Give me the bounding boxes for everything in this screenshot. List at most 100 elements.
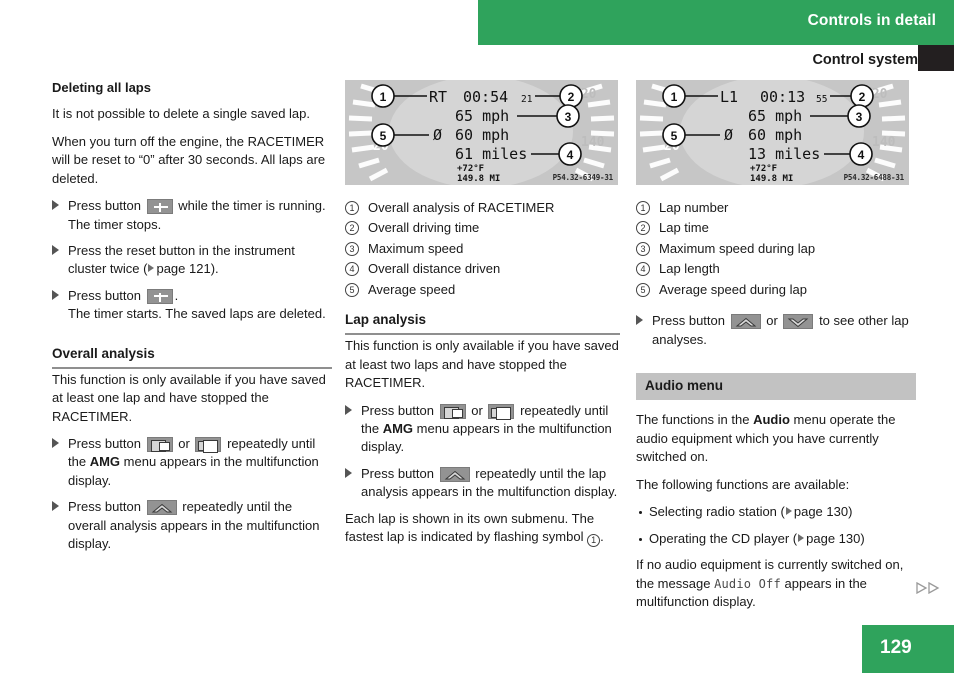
legend-number: 5 <box>636 282 650 297</box>
step-press-menu-until-amg: Press button or repeatedly until the AMG… <box>345 402 620 457</box>
cross-reference-page[interactable]: page 130) <box>806 531 865 546</box>
middle-column: 20 120 140 RT 00:54 21 65 mph Ø 60 mph 6… <box>345 80 620 556</box>
paragraph-engine-off-reset: When you turn off the engine, the RACETI… <box>52 133 326 186</box>
svg-text:1: 1 <box>380 90 387 104</box>
legend-number: 5 <box>345 282 359 297</box>
step-text-after: while the timer is running. <box>178 198 326 214</box>
svg-text:21: 21 <box>521 94 533 105</box>
paragraph-each-lap-submenu: Each lap is shown in its own submenu. Th… <box>345 510 620 548</box>
svg-text:149.8 MI: 149.8 MI <box>750 174 793 184</box>
svg-text:2: 2 <box>859 90 866 104</box>
figure-code: P54.32-6349-31 <box>552 173 614 182</box>
svg-text:RT: RT <box>429 88 447 106</box>
svg-text:5: 5 <box>380 129 387 143</box>
menu-left-button-icon[interactable] <box>439 403 466 419</box>
legend-label: Overall analysis of RACETIMER <box>368 200 555 215</box>
legend-lap-analysis: 1 Lap number 2 Lap time 3 Maximum speed … <box>636 199 916 299</box>
svg-text:4: 4 <box>858 148 865 162</box>
svg-text:L1: L1 <box>720 88 738 106</box>
heading-lap-analysis: Lap analysis <box>345 312 620 336</box>
svg-text:13 miles: 13 miles <box>748 145 820 163</box>
step-text-before: Press button <box>68 287 141 303</box>
legend-item: 3 Maximum speed <box>345 240 620 258</box>
svg-text:5: 5 <box>671 129 678 143</box>
paragraph-text-b: . <box>600 529 604 545</box>
step-text-or: or <box>471 402 483 418</box>
legend-label: Lap length <box>659 261 720 277</box>
step-press-up-until-overall-analysis: Press button repeatedly until the overal… <box>52 498 332 553</box>
step-text-before: Press button <box>361 465 434 481</box>
svg-text:+72°F: +72°F <box>750 164 777 174</box>
step-press-reset-twice: Press the reset button in the instrument… <box>52 242 332 279</box>
plus-button-icon[interactable] <box>146 288 173 304</box>
cross-reference-triangle-icon <box>785 507 792 516</box>
svg-text:140: 140 <box>581 135 605 150</box>
svg-text:60 mph: 60 mph <box>455 126 509 144</box>
svg-text:00:54: 00:54 <box>463 88 508 106</box>
svg-text:Ø: Ø <box>433 126 442 144</box>
legend-number: 1 <box>636 201 650 215</box>
legend-label: Average speed during lap <box>659 281 807 297</box>
step-text-before: Press button <box>361 402 434 418</box>
legend-item: 1 Overall analysis of RACETIMER <box>345 199 620 217</box>
bullet-text: Operating the CD player ( <box>649 530 798 546</box>
up-arrow-button-icon[interactable] <box>439 466 470 482</box>
up-arrow-button-icon[interactable] <box>146 500 177 516</box>
plus-button-icon[interactable] <box>146 199 173 215</box>
continuation-marks <box>916 581 942 597</box>
legend-overall-analysis: 1 Overall analysis of RACETIMER 2 Overal… <box>345 199 620 299</box>
svg-text:55: 55 <box>816 94 827 105</box>
step-result-timer-starts: The timer starts. The saved laps are del… <box>68 306 326 322</box>
svg-text:1: 1 <box>671 90 678 104</box>
step-text-after: . <box>174 287 179 303</box>
down-arrow-button-icon[interactable] <box>783 314 814 330</box>
legend-item: 5 Average speed <box>345 281 620 299</box>
legend-item: 4 Lap length <box>636 260 916 278</box>
page-title: Controls in detail <box>807 12 936 29</box>
step-text-before: Press button <box>68 499 141 515</box>
legend-item: 2 Overall driving time <box>345 219 620 237</box>
paragraph-overall-analysis-availability: This function is only available if you h… <box>52 371 326 424</box>
bullet-operating-cd-player: Operating the CD player ( page 130) <box>636 530 916 548</box>
legend-label: Maximum speed during lap <box>659 240 816 256</box>
step-press-menu-until-amg: Press button or repeatedly until the AMG… <box>52 435 332 490</box>
paragraph-audio-functions: The functions in the Audio menu operate … <box>636 411 916 466</box>
svg-text:65 mph: 65 mph <box>455 107 509 125</box>
audio-off-message: Audio Off <box>714 576 781 591</box>
legend-number: 3 <box>345 241 359 256</box>
step-text-before: Press button <box>68 436 141 452</box>
cross-reference-page[interactable]: page 121). <box>156 261 218 276</box>
manual-page: Controls in detail Control system Deleti… <box>0 0 954 673</box>
paragraph-text-a: The functions in the <box>636 412 750 428</box>
legend-label: Lap number <box>659 200 729 215</box>
amg-menu-label: AMG <box>89 454 121 470</box>
section-subtitle: Control system <box>812 52 918 68</box>
step-result-timer-stops: The timer stops. <box>68 216 162 232</box>
step-arrow-icon <box>52 289 59 300</box>
heading-deleting-all-laps: Deleting all laps <box>52 80 151 95</box>
step-text-or: or <box>178 436 190 452</box>
legend-number: 1 <box>345 201 359 215</box>
step-arrow-icon <box>52 438 59 449</box>
step-text-before: Press button <box>68 198 141 214</box>
cross-reference-page[interactable]: page 130) <box>794 504 853 519</box>
step-arrow-icon <box>52 244 59 255</box>
svg-text:3: 3 <box>856 110 863 124</box>
legend-item: 3 Maximum speed during lap <box>636 240 916 258</box>
left-column: Deleting all laps It is not possible to … <box>52 80 332 562</box>
step-arrow-icon <box>345 404 352 415</box>
step-arrow-icon <box>636 315 643 326</box>
svg-text:140: 140 <box>872 135 896 150</box>
menu-right-button-icon[interactable] <box>488 403 515 420</box>
menu-right-button-icon[interactable] <box>195 437 222 454</box>
up-arrow-button-icon[interactable] <box>730 314 761 330</box>
figure-lap-analysis-display: 20 120 140 L1 00:13 55 65 mph Ø 60 mph 1… <box>636 80 909 185</box>
paragraph-lap-analysis-availability: This function is only available if you h… <box>345 338 619 391</box>
audio-menu-label: Audio <box>753 412 790 428</box>
page-number: 129 <box>880 637 912 658</box>
legend-number: 4 <box>345 262 359 277</box>
svg-text:60 mph: 60 mph <box>748 126 802 144</box>
menu-left-button-icon[interactable] <box>146 437 173 453</box>
legend-item: 2 Lap time <box>636 219 916 237</box>
step-arrow-icon <box>52 501 59 512</box>
